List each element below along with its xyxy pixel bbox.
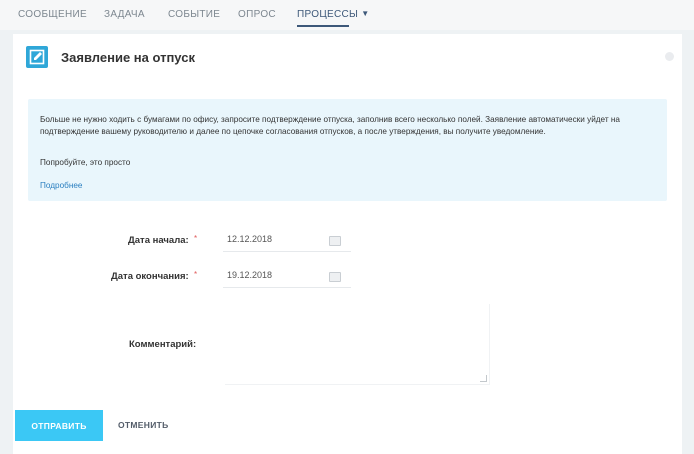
active-tab-underline bbox=[297, 25, 349, 27]
submit-button-label: Отправить bbox=[31, 420, 87, 431]
end-date-label: Дата окончания: bbox=[111, 271, 189, 282]
calendar-icon[interactable] bbox=[329, 236, 341, 246]
form-title: Заявление на отпуск bbox=[61, 50, 195, 65]
tab-poll[interactable]: Опрос bbox=[238, 9, 276, 20]
required-mark: * bbox=[194, 234, 198, 243]
start-date-value: 12.12.2018 bbox=[227, 234, 273, 244]
info-try-text: Попробуйте, это просто bbox=[40, 158, 131, 167]
settings-icon[interactable] bbox=[665, 52, 674, 61]
comment-label: Комментарий: bbox=[129, 339, 197, 350]
cancel-button[interactable]: Отменить bbox=[118, 420, 169, 430]
end-date-value: 19.12.2018 bbox=[227, 270, 273, 280]
tab-processes-label: Процессы bbox=[297, 9, 359, 20]
resize-handle-icon[interactable] bbox=[480, 375, 487, 382]
start-date-field[interactable]: 12.12.2018 bbox=[223, 229, 351, 252]
tab-event[interactable]: Событие bbox=[168, 9, 220, 20]
tab-task[interactable]: Задача bbox=[104, 9, 145, 20]
tab-message[interactable]: Сообщение bbox=[18, 9, 87, 20]
comment-textarea[interactable] bbox=[225, 304, 490, 385]
edit-form-icon bbox=[26, 46, 48, 68]
cancel-button-label: Отменить bbox=[118, 420, 169, 430]
info-box: Больше не нужно ходить с бумагами по офи… bbox=[28, 99, 667, 201]
vacation-form-card: Заявление на отпуск Больше не нужно ходи… bbox=[13, 34, 682, 454]
form-header: Заявление на отпуск bbox=[13, 34, 682, 84]
start-date-label: Дата начала: bbox=[128, 235, 189, 246]
calendar-icon[interactable] bbox=[329, 272, 341, 282]
end-date-field[interactable]: 19.12.2018 bbox=[223, 265, 351, 288]
more-link[interactable]: Подробнее bbox=[40, 181, 82, 190]
submit-button[interactable]: Отправить bbox=[15, 410, 103, 441]
info-description: Больше не нужно ходить с бумагами по офи… bbox=[40, 115, 620, 136]
chevron-down-icon: ▼ bbox=[361, 9, 370, 18]
tab-processes[interactable]: Процессы ▼ bbox=[297, 9, 369, 20]
required-mark: * bbox=[194, 270, 198, 279]
post-type-tabs: Сообщение Задача Событие Опрос Процессы ▼ bbox=[0, 0, 694, 30]
